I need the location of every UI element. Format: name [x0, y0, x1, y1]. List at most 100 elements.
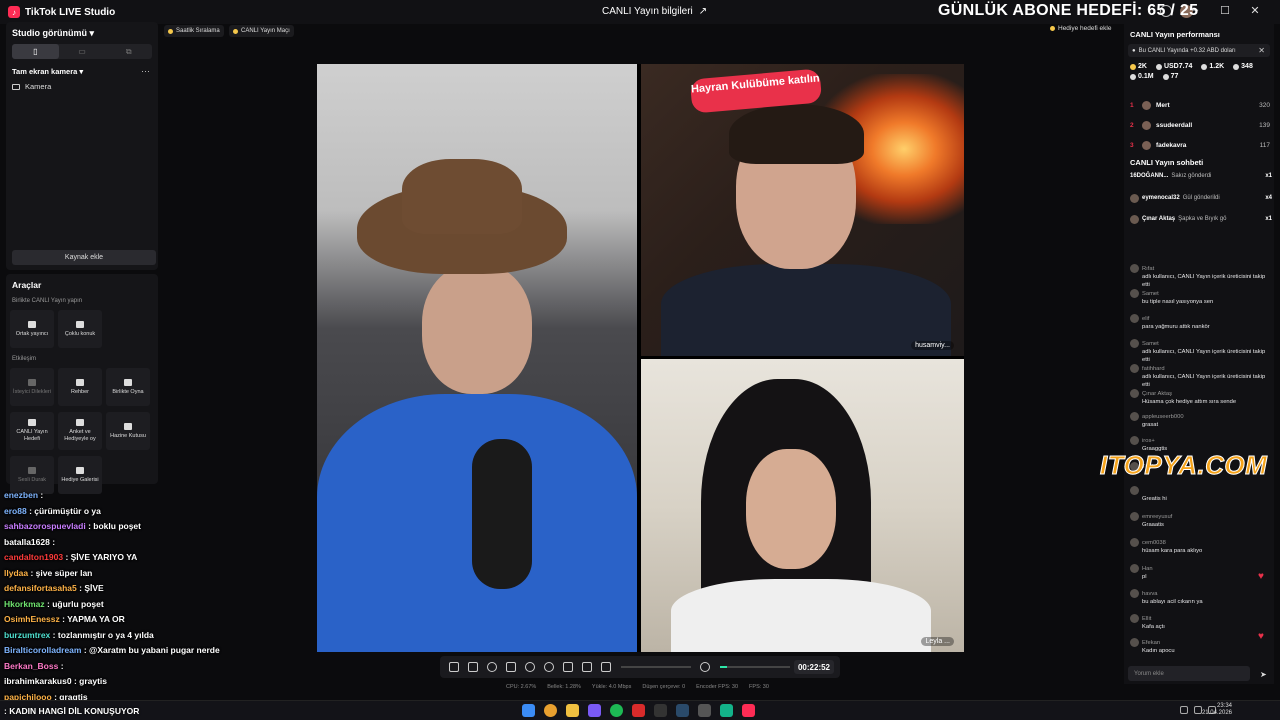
scene-dropdown[interactable]: Tam ekran kamera ▾	[12, 67, 83, 76]
refresh-icon[interactable]	[487, 662, 497, 672]
effects-icon[interactable]	[449, 662, 459, 672]
live-goal-tile[interactable]: CANLI Yayın Hedefi	[10, 412, 54, 450]
treasure-box-tile[interactable]: Hazine Kutusu	[106, 412, 150, 450]
comment-author[interactable]	[1130, 486, 1272, 495]
guest-shirt-bottom	[671, 579, 931, 652]
comment-author[interactable]: fatihhard	[1130, 364, 1272, 373]
gift-row: Çınar Aktaş Şapka ve Bıyık gö x1	[1130, 213, 1272, 225]
app-icon[interactable]	[720, 704, 733, 717]
comment-author[interactable]: Çınar Aktaş	[1130, 389, 1272, 398]
speaker-muted-icon[interactable]	[601, 662, 611, 672]
gift-action: Gül gönderildi	[1182, 195, 1220, 201]
comment-author[interactable]: Rıfat	[1130, 264, 1272, 273]
hourly-ranking-label: Saatlik Sıralama	[176, 28, 220, 34]
screen-icon[interactable]	[506, 662, 516, 672]
obs-icon[interactable]	[654, 704, 667, 717]
comment-author[interactable]: havva	[1130, 589, 1272, 598]
earnings-text: Bu CANLI Yayında +0.32 ABD doları	[1138, 47, 1236, 54]
windows-start-icon[interactable]	[522, 704, 535, 717]
share-icon[interactable]: ↗	[699, 6, 707, 17]
live-info-title[interactable]: CANLI Yayın bilgileri ↗	[602, 6, 707, 17]
close-icon[interactable]: ✕	[1258, 46, 1265, 55]
steam-icon[interactable]	[676, 704, 689, 717]
camera-switch-icon[interactable]	[544, 662, 554, 672]
avatar	[1130, 538, 1139, 547]
file-explorer-icon[interactable]	[566, 704, 579, 717]
comment-author[interactable]: Samet	[1130, 339, 1272, 348]
spotify-icon[interactable]	[610, 704, 623, 717]
comment-author[interactable]: appleuseerb000	[1130, 412, 1272, 421]
gift-action: Şapka ve Bıyık gö	[1178, 216, 1227, 222]
multi-guest-tile[interactable]: Çoklu konuk	[58, 310, 102, 348]
record-icon[interactable]	[525, 662, 535, 672]
microphone-icon[interactable]	[700, 662, 710, 672]
taskbar-clock[interactable]: 23:34 21.04.2026	[1202, 703, 1232, 717]
ranking-row[interactable]: 3 fadekavra 117	[1130, 139, 1270, 151]
heart-icon: ♥	[1258, 571, 1264, 582]
studio-view-dropdown[interactable]: Studio görünümü ▾	[12, 28, 94, 39]
ranking-row[interactable]: 1 Mert 320	[1130, 99, 1270, 111]
live-match-label: CANLI Yayın Maçı	[241, 28, 290, 34]
guest-video-feed-top[interactable]: Hayran Kulübüme katılın husamviy...	[641, 64, 964, 356]
landscape-option[interactable]: ▭	[59, 44, 106, 59]
maximize-button[interactable]: ☐	[1218, 4, 1232, 17]
scene-label: Tam ekran kamera	[12, 67, 78, 76]
play-together-tile[interactable]: Birlikte Oyna	[106, 368, 150, 406]
cohost-tile[interactable]: Ortak yayıncı	[10, 310, 54, 348]
comment-author[interactable]: Efekan	[1130, 638, 1272, 647]
comment-input[interactable]: Yorum ekle	[1128, 666, 1250, 681]
x-app-icon[interactable]	[632, 704, 645, 717]
comment-author[interactable]: cem0038	[1130, 538, 1272, 547]
more-options-icon[interactable]: ⋯	[141, 66, 150, 77]
mic-volume-slider[interactable]	[720, 666, 790, 668]
target-icon	[28, 419, 36, 427]
host-video-feed[interactable]	[317, 64, 637, 652]
comment-author[interactable]: elif	[1130, 314, 1272, 323]
studio-view-label: Studio görünümü	[12, 28, 87, 38]
guide-tile[interactable]: Rehber	[58, 368, 102, 406]
comment-author[interactable]: Ellit	[1130, 614, 1272, 623]
chat-comment: appleuseerb000 grasat	[1130, 412, 1272, 429]
comment-author[interactable]: Han	[1130, 564, 1272, 573]
comment-author[interactable]: Samet	[1130, 289, 1272, 298]
comment-author[interactable]: emreeyusuf	[1130, 512, 1272, 521]
portrait-option[interactable]: ▯	[12, 44, 59, 59]
orientation-selector: ▯ ▭ ⧉	[12, 44, 152, 59]
rank-score: 139	[1259, 121, 1270, 129]
ranking-row[interactable]: 2 ssudeerdall 139	[1130, 119, 1270, 131]
overlay-chat-user: Berkan_Boss	[4, 660, 59, 671]
comment-text: Graaatis	[1142, 522, 1164, 528]
overlay-chat-line: sahbazorospuevladi : boklu poşet	[4, 521, 141, 531]
discord-icon[interactable]	[588, 704, 601, 717]
overlay-chat-message: : tozlanmıştır o ya 4 yılda	[52, 629, 154, 640]
speaker-volume-slider[interactable]	[621, 666, 691, 668]
sliders-icon[interactable]	[582, 662, 592, 672]
guest-name-tag-bottom: Leyla ...	[921, 637, 954, 646]
overlay-chat-line: Hkorkmaz : uğurlu poşet	[4, 599, 104, 609]
send-icon[interactable]: ➤	[1260, 670, 1267, 679]
comment-author[interactable]: iros+	[1130, 436, 1272, 445]
add-gift-goal-button[interactable]: Hediye hedefi ekle	[1050, 25, 1111, 32]
chat-comment: Efekan Kadın apocu	[1130, 638, 1272, 655]
wishlist-tile[interactable]: İsteyici Dilekleri	[10, 368, 54, 406]
split-option[interactable]: ⧉	[105, 44, 152, 59]
source-camera[interactable]: Kamera	[12, 82, 51, 91]
more-icon[interactable]	[563, 662, 573, 672]
chrome-icon[interactable]	[544, 704, 557, 717]
guest-video-feed-bottom[interactable]: Leyla ...	[641, 359, 964, 652]
hourly-ranking-button[interactable]: Saatlik Sıralama	[164, 25, 224, 37]
live-match-button[interactable]: CANLI Yayın Maçı	[229, 25, 294, 37]
wifi-icon[interactable]	[1180, 706, 1188, 714]
engagement-section-label: Etkileşim	[12, 356, 37, 362]
overlay-caption: : KADIN HANGİ DİL KONUŞUYOR	[4, 706, 140, 716]
tiktok-live-studio-icon[interactable]	[742, 704, 755, 717]
earnings-banner[interactable]: ● Bu CANLI Yayında +0.32 ABD doları ✕	[1128, 44, 1270, 57]
overlay-chat-user: Biralticorolladream	[4, 645, 82, 655]
poll-tile[interactable]: Anket ve Hediyeyle oy	[58, 412, 102, 450]
volume-icon[interactable]	[1194, 706, 1202, 714]
settings-app-icon[interactable]	[698, 704, 711, 717]
layout-icon[interactable]	[468, 662, 478, 672]
close-button[interactable]: ✕	[1248, 4, 1262, 17]
add-source-button[interactable]: Kaynak ekle	[12, 250, 156, 265]
chat-title: CANLI Yayın sohbeti	[1130, 158, 1204, 167]
